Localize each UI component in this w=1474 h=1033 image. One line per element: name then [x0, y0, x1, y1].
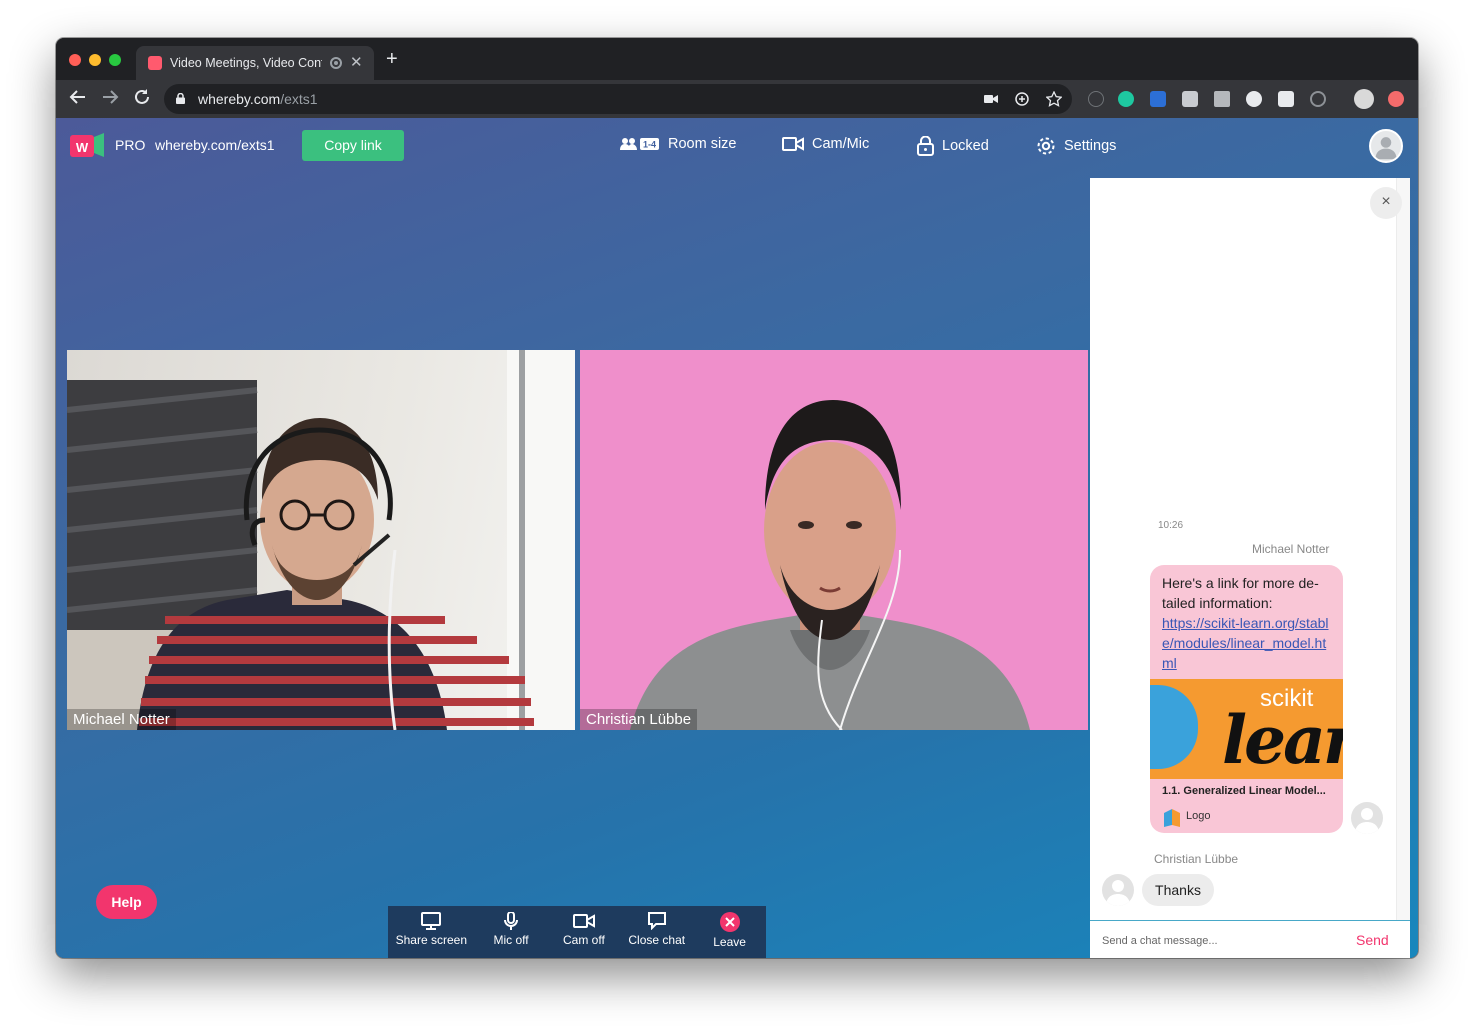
zoom-icon[interactable] — [1015, 92, 1029, 106]
message-timestamp: 10:26 — [1158, 520, 1184, 531]
whereby-favicon-icon — [148, 56, 162, 70]
extension-c-icon[interactable] — [1278, 91, 1294, 107]
scikit-logo-icon — [1164, 809, 1180, 827]
locked-button[interactable]: Locked — [917, 136, 989, 156]
participant-video-feed — [630, 400, 1030, 730]
send-button[interactable]: Send — [1356, 932, 1389, 948]
chat-scrollbar[interactable] — [1396, 178, 1410, 920]
video-tile-michael-notter[interactable]: Michael Notter — [67, 350, 575, 730]
update-icon[interactable] — [1388, 91, 1404, 107]
lock-icon — [176, 93, 185, 104]
url-text: whereby.com/exts1 — [198, 91, 318, 107]
user-silhouette-icon — [1106, 880, 1130, 906]
message-sender: Christian Lübbe — [1154, 852, 1239, 866]
help-button[interactable]: Help — [96, 885, 157, 919]
settings-label: Settings — [1064, 138, 1117, 154]
svg-text:W: W — [76, 140, 89, 155]
tab-title: Video Meetings, Video Conferencing — [170, 56, 322, 70]
mic-off-label: Mic off — [493, 933, 529, 947]
user-silhouette-icon — [1355, 808, 1379, 834]
leave-label: Leave — [713, 935, 746, 949]
link-preview-image[interactable]: scikit lear — [1150, 679, 1343, 779]
message-text: Here's a link for more de-tailed informa… — [1162, 575, 1329, 671]
extension-record-icon[interactable] — [1246, 91, 1262, 107]
bookmark-star-icon[interactable] — [1046, 91, 1062, 107]
link-preview-logo-label: Logo — [1186, 810, 1211, 822]
extension-m-icon[interactable] — [1118, 91, 1134, 107]
profile-avatar-icon[interactable] — [1354, 89, 1374, 109]
extension-refresh-icon[interactable] — [1310, 91, 1326, 107]
chat-message-bubble: Thanks — [1142, 874, 1214, 906]
chat-input[interactable]: Send a chat message... Send — [1090, 920, 1410, 958]
whereby-logo-icon: W — [70, 133, 104, 157]
browser-tab[interactable]: Video Meetings, Video Conferencing ✕ — [136, 46, 374, 80]
leave-button[interactable]: Leave — [693, 906, 766, 958]
sender-avatar — [1351, 802, 1383, 834]
chat-bubble-icon — [647, 912, 666, 930]
extension-shield-icon[interactable] — [1150, 91, 1166, 107]
recording-indicator-icon — [330, 57, 342, 69]
video-tile-christian-lubbe[interactable]: Christian Lübbe — [580, 350, 1088, 730]
close-chat-icon[interactable]: × — [1370, 187, 1402, 219]
video-camera-icon — [572, 914, 595, 928]
mic-off-button[interactable]: Mic off — [475, 906, 548, 958]
link-preview-title[interactable]: 1.1. Generalized Linear Model... — [1162, 785, 1326, 797]
extension-drive-icon[interactable] — [1214, 91, 1230, 107]
close-chat-label: Close chat — [628, 933, 686, 947]
whereby-app: W PRO whereby.com/exts1 Copy link 1-4 Ro… — [56, 118, 1418, 958]
browser-window: Video Meetings, Video Conferencing ✕ + w… — [56, 38, 1418, 958]
leave-x-icon — [719, 912, 740, 932]
cam-mic-button[interactable]: Cam/Mic — [782, 136, 869, 152]
share-screen-button[interactable]: Share screen — [388, 906, 475, 958]
new-tab-button[interactable]: + — [386, 49, 398, 69]
close-chat-button[interactable]: Close chat — [620, 906, 693, 958]
padlock-icon — [917, 136, 934, 156]
maximize-window-button[interactable] — [109, 54, 121, 66]
call-controls-bar: Share screen Mic off Cam off Close chat … — [388, 906, 766, 958]
room-url: whereby.com/exts1 — [155, 137, 275, 153]
minimize-window-button[interactable] — [89, 54, 101, 66]
monitor-icon — [421, 912, 442, 930]
gear-icon — [1037, 137, 1055, 155]
plan-badge: PRO — [115, 137, 146, 153]
sender-avatar — [1102, 874, 1134, 906]
people-icon: 1-4 — [620, 138, 659, 150]
room-size-button[interactable]: 1-4 Room size — [620, 136, 737, 152]
close-tab-icon[interactable]: ✕ — [350, 53, 363, 71]
message-sender: Michael Notter — [1252, 542, 1330, 556]
tab-strip: Video Meetings, Video Conferencing ✕ + — [56, 38, 1418, 80]
participant-name-tag: Christian Lübbe — [580, 709, 698, 730]
address-bar[interactable]: whereby.com/exts1 — [164, 84, 1072, 114]
chat-input-placeholder: Send a chat message... — [1102, 935, 1218, 947]
locked-label: Locked — [942, 138, 989, 154]
reload-icon[interactable] — [133, 88, 151, 110]
extension-info-icon[interactable] — [1088, 91, 1104, 107]
close-window-button[interactable] — [69, 54, 81, 66]
room-size-label: Room size — [668, 136, 737, 152]
extension-camera-icon[interactable] — [1182, 91, 1198, 107]
participant-video-feed — [67, 350, 575, 730]
copy-link-button[interactable]: Copy link — [302, 130, 404, 161]
cam-mic-label: Cam/Mic — [812, 136, 870, 152]
participant-name-tag: Michael Notter — [67, 709, 176, 730]
microphone-icon — [504, 912, 519, 930]
forward-arrow-icon[interactable] — [101, 88, 119, 110]
user-silhouette-icon — [1375, 137, 1397, 160]
chat-message-bubble: Here's a link for more de-tailed informa… — [1150, 565, 1343, 833]
cam-off-label: Cam off — [562, 933, 605, 947]
browser-toolbar: whereby.com/exts1 — [56, 80, 1418, 118]
back-arrow-icon[interactable] — [69, 88, 87, 110]
share-screen-label: Share screen — [395, 933, 467, 947]
message-link[interactable]: https://scikit-learn.org/stable/modules/… — [1162, 615, 1329, 671]
chat-panel: × 10:26 Michael Notter Here's a link for… — [1090, 178, 1410, 958]
cam-off-button[interactable]: Cam off — [547, 906, 620, 958]
settings-button[interactable]: Settings — [1036, 136, 1116, 156]
camera-in-use-icon[interactable] — [984, 93, 998, 105]
svg-text:1-4: 1-4 — [643, 140, 656, 150]
video-camera-icon — [782, 137, 804, 151]
user-avatar[interactable] — [1369, 129, 1403, 163]
